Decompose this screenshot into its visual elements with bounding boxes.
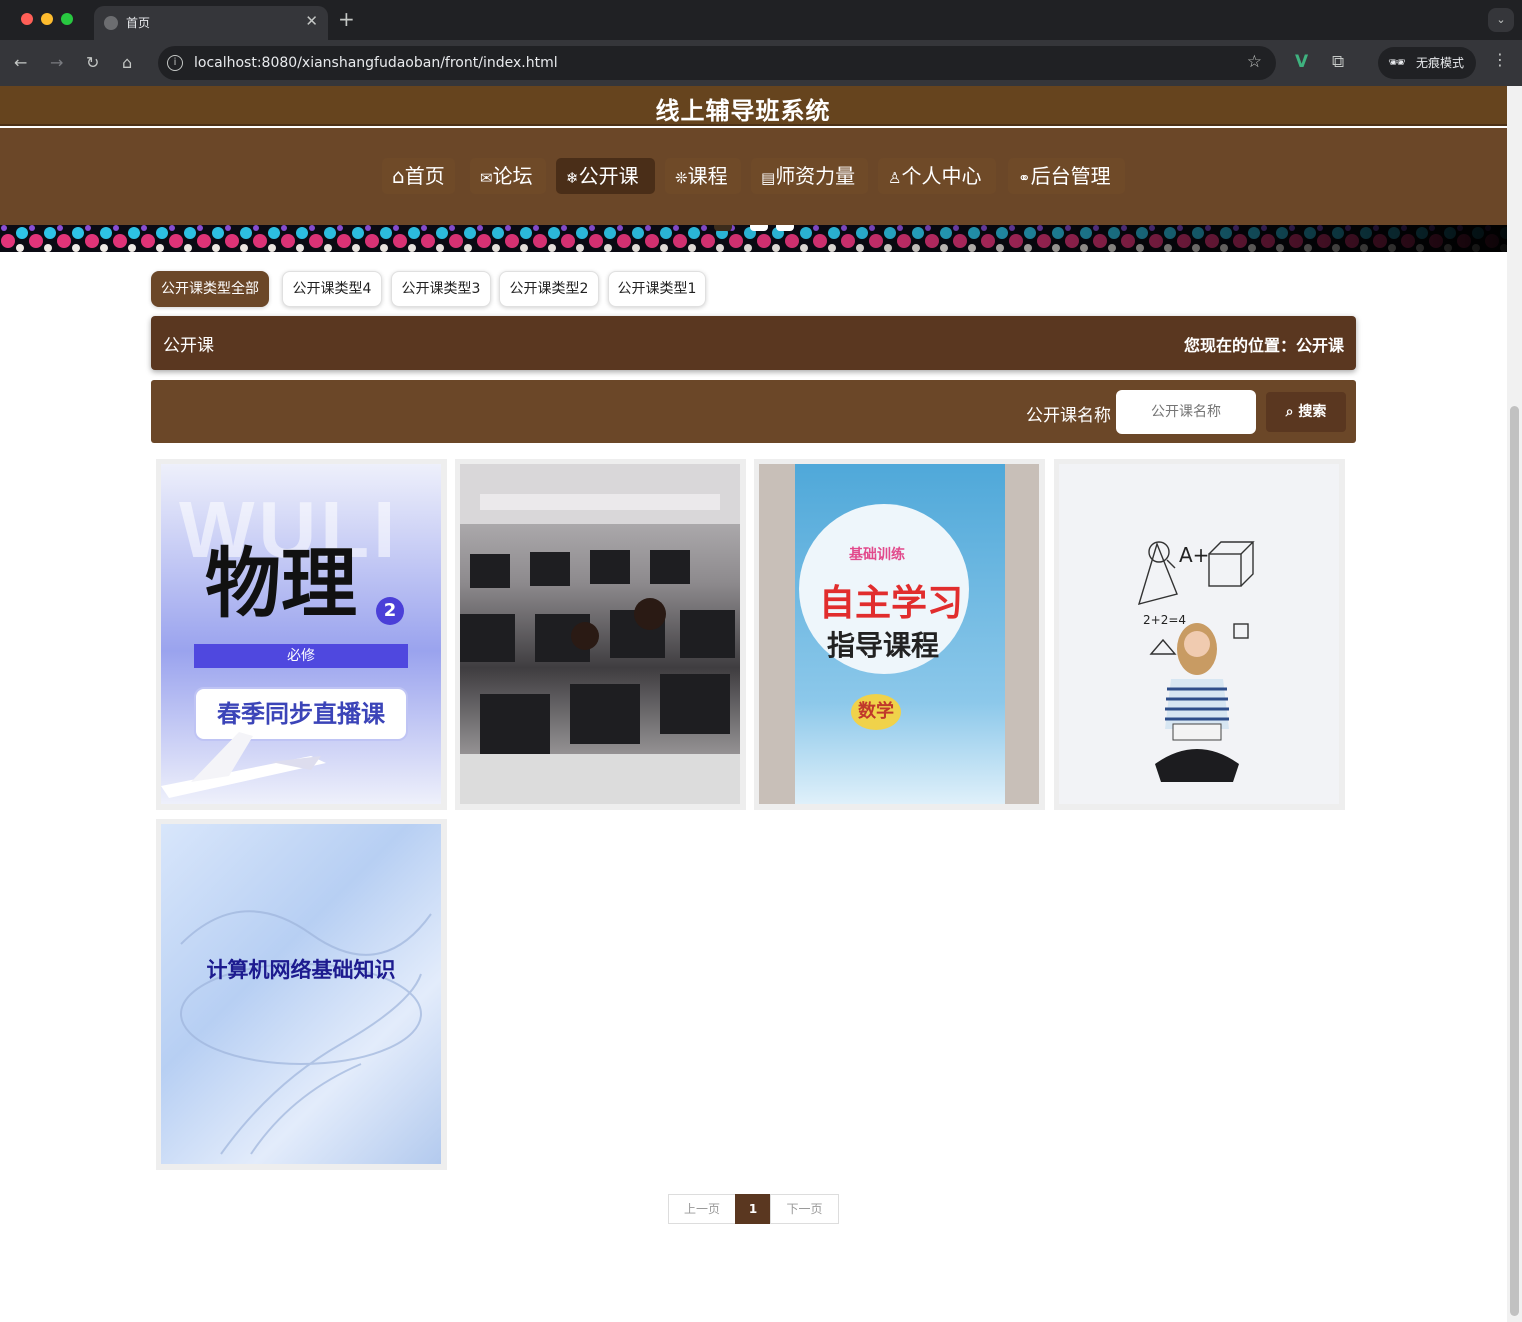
page-scrollbar[interactable] [1507,86,1522,1322]
system-name: 线上辅导班系统 [655,97,831,125]
page-title: 公开课 [163,336,214,356]
site-header: 线上辅导班系统 [0,86,1507,126]
course-image-math-book[interactable]: 基础训练 自主学习 指导课程 数学 [759,464,1039,804]
page-viewport: 线上辅导班系统 ⌂首页 ✉论坛 ❄公开课 ❊课程 ▤师资力量 ♙个人中心 ⚭后台… [0,86,1507,1322]
search-label: 公开课名称 [1026,406,1111,426]
type-filter-all[interactable]: 公开课类型全部 [151,271,269,307]
network-cover-graphic [180,910,432,1155]
url-text: localhost:8080/xianshangfudaoban/front/i… [194,55,558,71]
scrollbar-thumb[interactable] [1510,406,1519,1316]
extensions-puzzle-icon[interactable]: ⧉ [1332,52,1344,72]
type-filter-4[interactable]: 公开课类型4 [282,271,382,307]
home-icon: ⌂ [392,164,405,188]
mail-icon: ✉ [480,169,493,187]
nav-label: 公开课 [578,164,639,188]
next-page-button[interactable]: 下一页 [770,1194,839,1224]
user-icon: ♙ [888,169,902,187]
browser-tab[interactable]: 首页 ✕ [94,6,328,40]
nav-item-open-course[interactable]: ❄公开课 [556,158,655,194]
forward-icon[interactable]: → [50,53,63,72]
nav-item-forum[interactable]: ✉论坛 [470,158,546,194]
nav-label: 后台管理 [1030,164,1111,188]
nav-label: 个人中心 [901,164,982,188]
incognito-label: 无痕模式 [1415,56,1464,70]
book-subject: 数学 [851,694,901,730]
nav-label: 论坛 [492,164,533,188]
close-window-button[interactable] [21,13,33,25]
address-bar[interactable]: i localhost:8080/xianshangfudaoban/front… [158,46,1276,80]
type-filter-1[interactable]: 公开课类型1 [608,271,706,307]
book-series: 基础训练 [849,547,905,563]
browser-chrome: 首页 ✕ + ⌄ ← → ↻ ⌂ i localhost:8080/xiansh… [0,0,1522,86]
carousel-dot[interactable] [714,225,732,231]
nav-item-profile[interactable]: ♙个人中心 [878,158,996,194]
bookmark-star-icon[interactable]: ☆ [1247,52,1262,72]
snowflake-icon: ❄ [566,169,579,187]
course-card[interactable]: WULI 物理 2 必修 春季同步直播课 [156,459,447,810]
browser-toolbar: ← → ↻ ⌂ i localhost:8080/xianshangfudaob… [0,40,1522,86]
carousel-dot[interactable] [776,225,794,231]
incognito-icon: 🕶 [1388,55,1406,71]
nav-label: 课程 [687,164,728,188]
reload-icon[interactable]: ↻ [86,53,99,72]
course-card[interactable]: A+ 2+2=4 [1054,459,1345,810]
browser-menu-icon[interactable]: ⋮ [1492,50,1508,69]
vue-devtools-icon[interactable]: V [1295,52,1308,72]
back-icon[interactable]: ← [14,53,27,72]
course-card[interactable] [455,459,746,810]
nav-item-home[interactable]: ⌂首页 [382,158,455,194]
link-icon: ⚭ [1018,169,1031,187]
course-image-physics[interactable]: WULI 物理 2 必修 春季同步直播课 [161,464,441,804]
close-tab-icon[interactable]: ✕ [305,12,318,30]
search-button-label: 搜索 [1298,404,1327,420]
course-image-computer-lab[interactable] [460,464,740,804]
board-icon: ▤ [761,169,776,187]
search-icon: ⌕ [1285,404,1299,420]
girl-reading-graphic: A+ 2+2=4 [1137,541,1255,782]
nav-bar: ⌂首页 ✉论坛 ❄公开课 ❊课程 ▤师资力量 ♙个人中心 ⚭后台管理 [0,128,1507,225]
loading-icon: ❊ [675,169,688,187]
nav-item-admin[interactable]: ⚭后台管理 [1008,158,1125,194]
prev-page-button[interactable]: 上一页 [668,1194,736,1224]
computer-lab-graphic [460,464,740,804]
book-title: 自主学习 [819,583,964,624]
type-filter-3[interactable]: 公开课类型3 [391,271,491,307]
course-image-girl-reading[interactable]: A+ 2+2=4 [1059,464,1339,804]
breadcrumb: 公开课 您现在的位置：公开课 [151,316,1356,370]
nav-item-teachers[interactable]: ▤师资力量 [751,158,868,194]
nav-label: 师资力量 [775,164,856,188]
network-cover-title: 计算机网络基础知识 [206,958,396,982]
current-location: 您现在的位置：公开课 [1183,336,1344,355]
search-bar: 公开课名称 ⌕ 搜索 [151,380,1356,443]
course-card[interactable]: 计算机网络基础知识 [156,819,447,1170]
type-filter-2[interactable]: 公开课类型2 [499,271,599,307]
site-info-icon[interactable]: i [167,55,183,71]
carousel-dot[interactable] [750,225,768,231]
page-number-button[interactable]: 1 [735,1194,771,1224]
home-browser-icon[interactable]: ⌂ [122,53,132,72]
book-subtitle: 指导课程 [827,629,940,662]
airplane-graphic [161,732,326,798]
course-card[interactable]: 基础训练 自主学习 指导课程 数学 [754,459,1045,810]
course-image-network[interactable]: 计算机网络基础知识 [161,824,441,1164]
incognito-indicator[interactable]: 🕶 无痕模式 [1378,47,1476,79]
banner-carousel[interactable] [0,225,1507,252]
search-input[interactable] [1116,390,1256,434]
search-button[interactable]: ⌕ 搜索 [1266,392,1346,432]
tab-title: 首页 [126,16,151,30]
maximize-window-button[interactable] [61,13,73,25]
svg-text:2+2=4: 2+2=4 [1143,613,1186,627]
globe-icon [104,16,118,30]
minimize-window-button[interactable] [41,13,53,25]
formula-text: A+ [1179,543,1209,567]
tab-bar: 首页 ✕ + ⌄ [0,0,1522,40]
nav-label: 首页 [404,164,445,188]
new-tab-icon[interactable]: + [338,7,355,31]
nav-item-course[interactable]: ❊课程 [665,158,741,194]
tab-search-button[interactable]: ⌄ [1488,8,1514,32]
